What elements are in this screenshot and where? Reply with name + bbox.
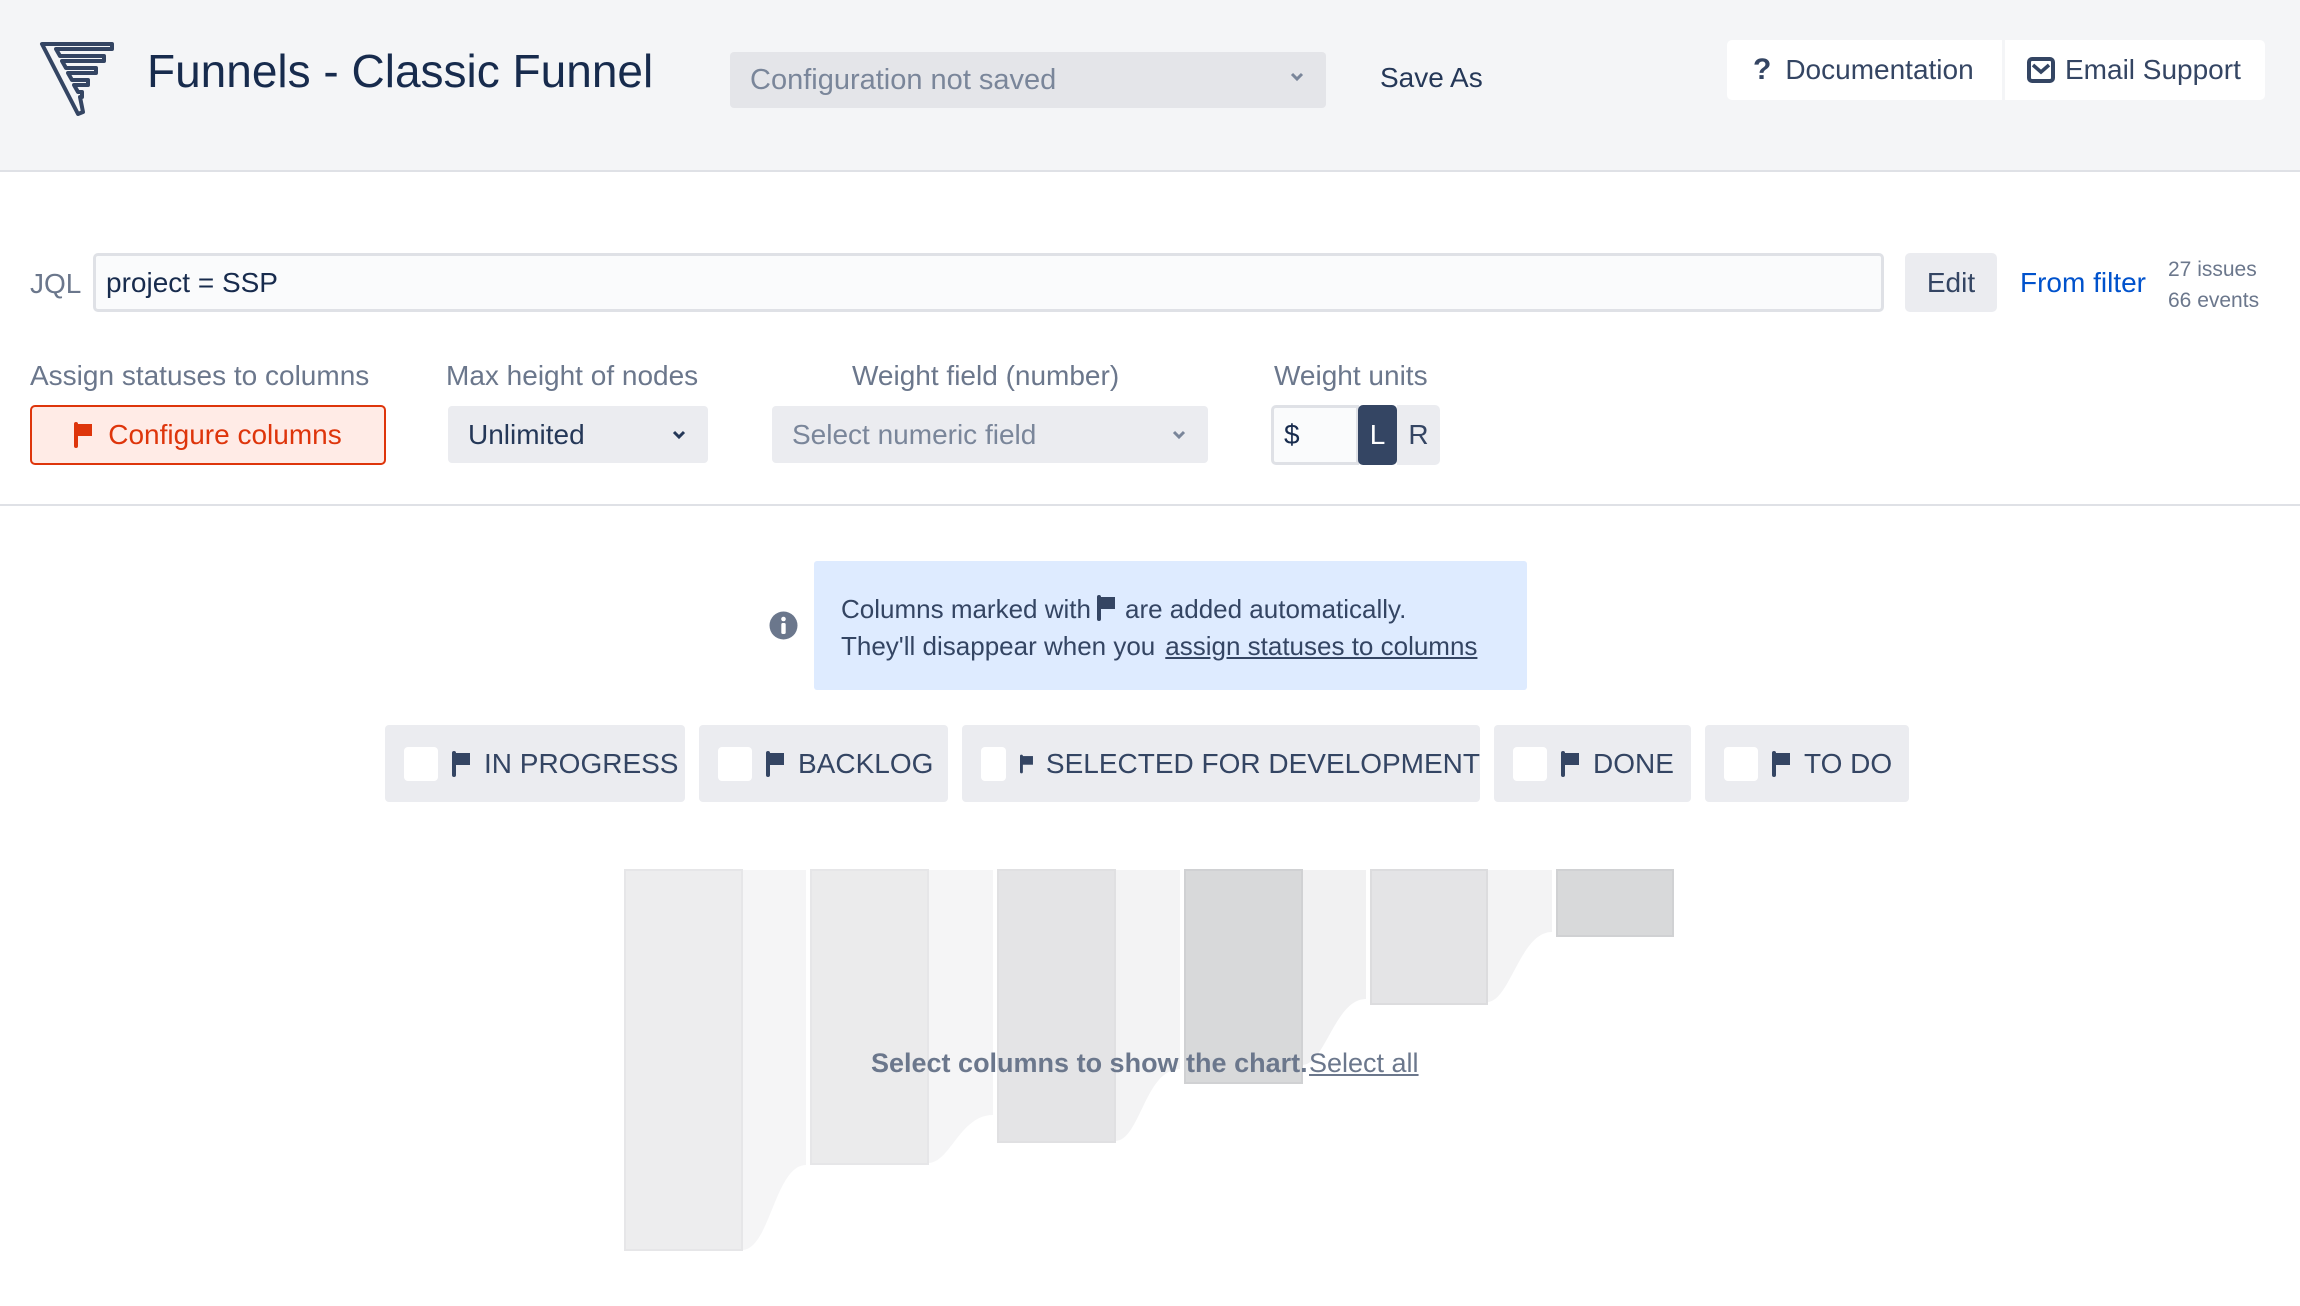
flag-icon [1772,750,1790,777]
flag-icon [1561,750,1579,777]
chevron-down-icon [1172,430,1186,440]
column-chip-in-progress[interactable]: IN PROGRESS [385,725,685,802]
ghost-bar [1556,869,1674,937]
column-chip-label: IN PROGRESS [484,747,679,779]
save-as-button[interactable]: Save As [1380,62,1483,94]
ghost-bar [624,869,743,1251]
flag-icon [766,750,784,777]
weight-field-label: Weight field (number) [852,360,1120,391]
column-checkbox[interactable] [1513,746,1547,781]
chevron-down-icon [1290,72,1304,82]
weight-field-select[interactable]: Select numeric field [772,406,1208,463]
issues-count: 27 issues [2168,258,2257,281]
column-checkbox[interactable] [718,746,752,781]
configure-columns-label: Configure columns [108,419,342,450]
assign-statuses-label: Assign statuses to columns [30,360,370,391]
column-chip-label: BACKLOG [798,747,934,779]
envelope-icon [2027,57,2055,83]
flag-icon [74,422,93,448]
configuration-select-value: Configuration not saved [750,63,1057,96]
chart-empty-message: Select columns to show the chart. [871,1048,1308,1078]
max-height-label: Max height of nodes [446,360,699,391]
unit-position-right-button[interactable]: R [1397,405,1440,465]
column-chip-label: DONE [1593,747,1674,779]
ghost-flow [1115,870,1180,1141]
column-chip-label: TO DO [1804,747,1893,779]
info-line2: They'll disappear when you [841,631,1156,661]
ghost-bar [1370,869,1488,1005]
email-support-button[interactable]: Email Support [2005,40,2265,100]
chevron-down-icon [672,430,686,440]
ghost-bar [810,869,929,1165]
info-line1-after: are added automatically. [1124,594,1407,624]
email-support-label: Email Support [2065,54,2241,85]
max-height-value: Unlimited [468,418,585,450]
weight-field-placeholder: Select numeric field [792,418,1037,450]
documentation-button[interactable]: ? Documentation [1727,40,2002,100]
flag-icon [452,750,470,777]
column-chip-label: SELECTED FOR DEVELOPMENT [1045,747,1480,779]
funnel-logo-icon [40,42,114,116]
info-icon [769,611,798,640]
column-checkbox[interactable] [981,746,1006,781]
jql-label: JQL [30,268,82,299]
ghost-flow [1302,870,1366,1065]
section-divider [0,504,2300,506]
configure-columns-button[interactable]: Configure columns [30,405,386,465]
configuration-select[interactable]: Configuration not saved [730,52,1326,108]
max-height-select[interactable]: Unlimited [448,406,708,463]
edit-jql-button[interactable]: Edit [1905,253,1997,312]
documentation-label: Documentation [1785,54,1974,85]
column-chip-backlog[interactable]: BACKLOG [699,725,948,802]
from-filter-link[interactable]: From filter [2020,267,2146,299]
question-icon: ? [1753,53,1772,86]
ghost-flow [928,870,993,1163]
ghost-flow [742,870,806,1250]
result-counts: 27 issues 66 events [2168,254,2259,316]
jql-input[interactable] [93,253,1884,312]
weight-units-label: Weight units [1274,360,1428,391]
unit-position-left-button[interactable]: L [1358,405,1397,465]
flag-icon [1019,754,1033,773]
column-chip-selected-for-development[interactable]: SELECTED FOR DEVELOPMENT [962,725,1480,802]
app-header: Funnels - Classic Funnel Configuration n… [0,0,2300,172]
page-title: Funnels - Classic Funnel [147,45,654,97]
weight-units-input[interactable] [1271,405,1359,465]
flag-icon [1096,595,1115,621]
column-chip-done[interactable]: DONE [1494,725,1691,802]
select-all-link[interactable]: Select all [1309,1048,1419,1079]
info-notice: Columns marked with are added automatical… [814,561,1527,690]
events-count: 66 events [2168,289,2260,312]
ghost-flow [1487,870,1552,1002]
assign-statuses-link[interactable]: assign statuses to columns [1165,631,1477,661]
info-line1-before: Columns marked with [841,594,1091,624]
column-chip-to-do[interactable]: TO DO [1705,725,1909,802]
ghost-bar [997,869,1116,1143]
column-checkbox[interactable] [1724,746,1758,781]
column-checkbox[interactable] [404,746,438,781]
